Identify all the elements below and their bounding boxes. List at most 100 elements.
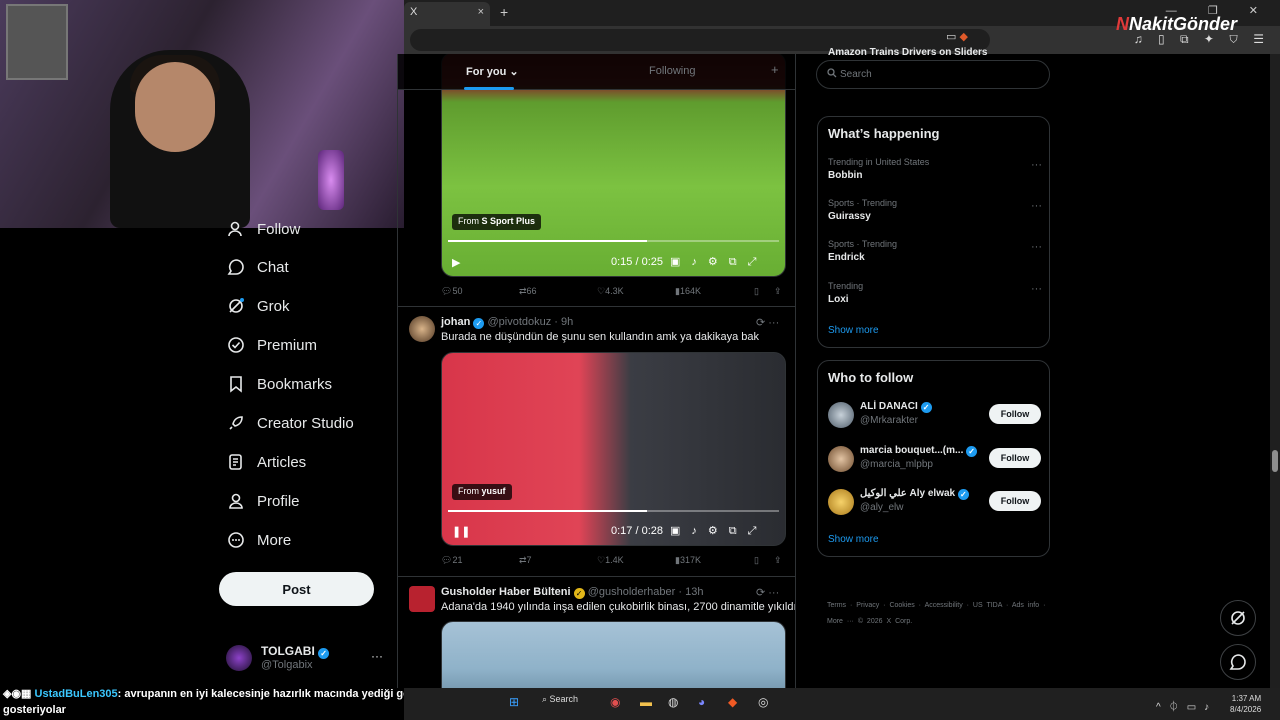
tweet-header: Gusholder Haber Bülteni ✓ @gusholderhabe… bbox=[441, 586, 703, 599]
discord-icon[interactable]: ◕ bbox=[698, 695, 705, 713]
more-dots-icon[interactable]: ··· bbox=[1031, 159, 1042, 171]
bookmark-action-icon[interactable]: ▯ bbox=[754, 286, 759, 297]
views-button[interactable]: ▮ 164K bbox=[675, 286, 701, 297]
obs-icon[interactable]: ◎ bbox=[758, 695, 768, 713]
browser-tab[interactable]: X × bbox=[404, 2, 490, 26]
search-input[interactable]: Search bbox=[816, 60, 1050, 89]
file-explorer-icon[interactable]: ▬ bbox=[640, 695, 652, 713]
like-button[interactable]: ♡ 4.3K bbox=[597, 286, 624, 297]
reply-button[interactable]: 💬︎ 50 bbox=[441, 286, 462, 297]
tab-for-you[interactable]: For you ⌄ bbox=[466, 65, 519, 78]
repost-button[interactable]: ⇄ 66 bbox=[519, 286, 537, 297]
video-progress-bar[interactable] bbox=[448, 240, 779, 242]
video-source-pill[interactable]: From yusuf bbox=[452, 484, 512, 500]
account-switcher[interactable]: TOLGABI ✓ @Tolgabix ··· bbox=[226, 643, 386, 675]
avatar[interactable] bbox=[409, 316, 435, 342]
search-icon bbox=[827, 68, 837, 81]
trend-item[interactable]: Trending in United States Bobbin ··· bbox=[828, 157, 1042, 187]
video-source-pill[interactable]: From S Sport Plus bbox=[452, 214, 542, 230]
avatar bbox=[828, 489, 854, 515]
nav-premium[interactable]: Premium bbox=[226, 333, 317, 357]
nav-more[interactable]: More bbox=[226, 528, 291, 552]
tweet-image[interactable] bbox=[441, 621, 786, 688]
bookmark-action-icon[interactable]: ▯ bbox=[754, 555, 759, 566]
more-dots-icon[interactable]: ··· bbox=[1031, 241, 1042, 253]
add-feed-icon[interactable]: + bbox=[771, 62, 779, 77]
chat-icon bbox=[226, 257, 246, 277]
system-tray-icons[interactable]: ^⏀▭♪ bbox=[1156, 698, 1217, 713]
scrollbar-thumb[interactable] bbox=[1272, 450, 1278, 472]
tweet-more-icon[interactable]: ⟳ ··· bbox=[756, 316, 779, 329]
post-button[interactable]: Post bbox=[219, 572, 374, 606]
new-tab-button[interactable]: + bbox=[500, 4, 508, 20]
windows-start-icon[interactable]: ⊞ bbox=[509, 695, 519, 713]
author-name[interactable]: johan bbox=[441, 316, 470, 328]
tweet-more-icon[interactable]: ⟳ ··· bbox=[756, 586, 779, 599]
avatar[interactable] bbox=[409, 586, 435, 612]
nav-label: Bookmarks bbox=[257, 375, 333, 393]
nakitgonder-logo: NNakitGönder bbox=[1116, 14, 1238, 34]
nav-creator-studio[interactable]: Creator Studio bbox=[226, 411, 354, 435]
suggested-user[interactable]: ALİ DANACI ✓ @Mrkarakter Follow bbox=[828, 401, 1041, 431]
tweet-header: johan ✓ @pivotdokuz · 9h bbox=[441, 316, 573, 329]
active-tab-indicator bbox=[464, 87, 514, 90]
video-tool-icons[interactable]: ▣♪⚙⧉⤢ bbox=[670, 255, 767, 269]
brave-shield-icon[interactable]: ◆ bbox=[959, 31, 967, 43]
taskbar-search[interactable]: ⌕ Search bbox=[542, 694, 594, 714]
reply-button[interactable]: 💬︎ 21 bbox=[441, 555, 462, 566]
show-more-link[interactable]: Show more bbox=[828, 325, 879, 336]
suggested-user[interactable]: علي الوكيل Aly elwak ✓ @aly_elw Follow bbox=[828, 488, 1041, 518]
follow-button[interactable]: Follow bbox=[989, 491, 1041, 511]
app-icon[interactable]: ◉ bbox=[610, 695, 620, 713]
share-icon[interactable]: ⇪ bbox=[774, 555, 782, 566]
video-tool-icons[interactable]: ▣♪⚙⧉⤢ bbox=[670, 524, 767, 538]
video-player[interactable]: From yusuf ❚❚ 0:17 / 0:28 ▣♪⚙⧉⤢ bbox=[441, 352, 786, 546]
messages-fab-icon[interactable] bbox=[1220, 644, 1256, 680]
scrollbar[interactable] bbox=[1270, 54, 1280, 688]
steam-icon[interactable]: ◍ bbox=[668, 695, 678, 713]
video-time: 0:17 / 0:28 bbox=[611, 525, 663, 537]
nav-chat[interactable]: Chat bbox=[226, 255, 289, 279]
tab-title: X bbox=[410, 6, 418, 18]
follow-button[interactable]: Follow bbox=[989, 404, 1041, 424]
trend-item[interactable]: Sports · Trending Guirassy ··· bbox=[828, 198, 1042, 228]
chat-badges-icon: ◈◉▦ bbox=[3, 688, 35, 700]
partial-headline[interactable]: Amazon Trains Drivers on Sliders bbox=[828, 47, 988, 58]
taskbar-clock[interactable]: 1:37 AM 8/4/2026 bbox=[1230, 693, 1261, 715]
premium-icon bbox=[226, 335, 246, 355]
show-more-link[interactable]: Show more bbox=[828, 534, 879, 545]
verified-icon: ✓ bbox=[966, 446, 978, 457]
cast-icon[interactable]: ▭ ◆ bbox=[946, 30, 968, 43]
bookmark-icon bbox=[226, 374, 246, 394]
more-dots-icon[interactable]: ··· bbox=[1031, 200, 1042, 212]
nav-articles[interactable]: Articles bbox=[226, 450, 306, 474]
trend-item[interactable]: Sports · Trending Endrick ··· bbox=[828, 239, 1042, 269]
grok-fab-icon[interactable] bbox=[1220, 600, 1256, 636]
author-name[interactable]: Gusholder Haber Bülteni bbox=[441, 586, 571, 598]
nav-bookmarks[interactable]: Bookmarks bbox=[226, 372, 332, 396]
video-progress-bar[interactable] bbox=[448, 510, 779, 512]
author-handle[interactable]: @gusholderhaber bbox=[588, 586, 676, 598]
more-dots-icon[interactable]: ··· bbox=[1031, 283, 1042, 295]
author-handle[interactable]: @pivotdokuz bbox=[487, 316, 551, 328]
more-dots-icon[interactable]: ··· bbox=[371, 649, 383, 663]
views-button[interactable]: ▮ 317K bbox=[675, 555, 701, 566]
brave-icon[interactable]: ◆ bbox=[728, 695, 737, 713]
nav-follow[interactable]: Follow bbox=[226, 217, 300, 241]
trend-item[interactable]: Trending Loxi ··· bbox=[828, 281, 1042, 311]
pause-icon[interactable]: ❚❚ bbox=[452, 525, 470, 538]
footer-links[interactable]: Terms · Privacy · Cookies · Accessibilit… bbox=[827, 598, 1047, 630]
share-icon[interactable]: ⇪ bbox=[774, 286, 782, 297]
like-button[interactable]: ♡ 1.4K bbox=[597, 555, 624, 566]
play-icon[interactable]: ▶ bbox=[452, 256, 460, 269]
nav-grok[interactable]: Grok bbox=[226, 294, 290, 318]
account-name: TOLGABI ✓ bbox=[261, 644, 330, 659]
tab-following[interactable]: Following bbox=[649, 65, 695, 77]
avatar bbox=[828, 446, 854, 472]
tab-close-icon[interactable]: × bbox=[478, 6, 484, 18]
stream-chat-message: ◈◉▦ UstadBuLen305: avrupanın en iyi kale… bbox=[0, 686, 420, 718]
suggested-user[interactable]: marcia bouquet...(m... ✓ @marcia_mlpbp F… bbox=[828, 445, 1041, 475]
follow-button[interactable]: Follow bbox=[989, 448, 1041, 468]
nav-profile[interactable]: Profile bbox=[226, 489, 300, 513]
repost-button[interactable]: ⇄ 7 bbox=[519, 555, 532, 566]
